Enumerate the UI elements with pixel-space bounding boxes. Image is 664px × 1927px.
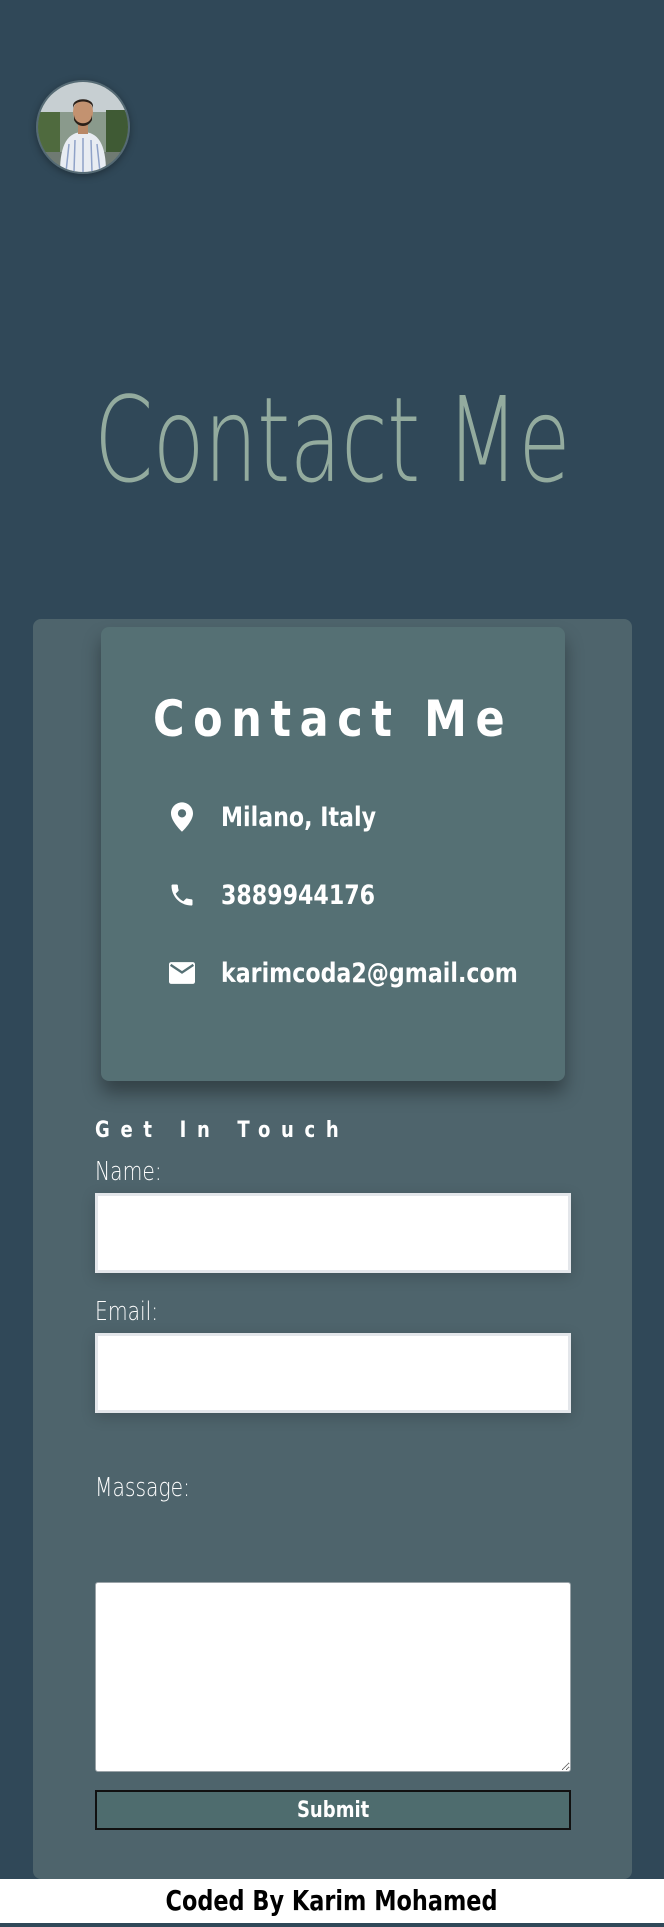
phone-row: 3889944176 bbox=[167, 875, 409, 915]
footer: Coded By Karim Mohamed bbox=[0, 1879, 664, 1927]
name-label: Name: bbox=[95, 1157, 162, 1187]
form-heading: Get In Touch bbox=[95, 1118, 350, 1143]
page-title: Contact Me bbox=[94, 371, 571, 509]
location-pin-icon bbox=[167, 802, 197, 832]
avatar bbox=[36, 80, 130, 174]
email-label: Email: bbox=[95, 1297, 159, 1327]
profile-photo bbox=[38, 82, 128, 172]
card-title: Contact Me bbox=[153, 690, 514, 748]
footer-credit: Coded By Karim Mohamed bbox=[165, 1884, 498, 1917]
email-text: karimcoda2@gmail.com bbox=[221, 957, 518, 989]
location-row: Milano, Italy bbox=[167, 797, 410, 837]
email-input[interactable] bbox=[95, 1333, 571, 1413]
name-input[interactable] bbox=[95, 1193, 571, 1273]
submit-button[interactable]: Submit bbox=[95, 1790, 571, 1830]
phone-text: 3889944176 bbox=[221, 879, 376, 911]
phone-icon bbox=[167, 880, 197, 910]
submit-label: Submit bbox=[296, 1797, 370, 1823]
contact-info-card: Contact Me Milano, Italy 3889944176 kari… bbox=[101, 627, 565, 1081]
email-row: karimcoda2@gmail.com bbox=[167, 953, 583, 993]
mail-icon bbox=[167, 958, 197, 988]
location-text: Milano, Italy bbox=[221, 801, 377, 833]
message-label: Massage: bbox=[95, 1473, 190, 1503]
message-textarea[interactable] bbox=[95, 1582, 571, 1772]
